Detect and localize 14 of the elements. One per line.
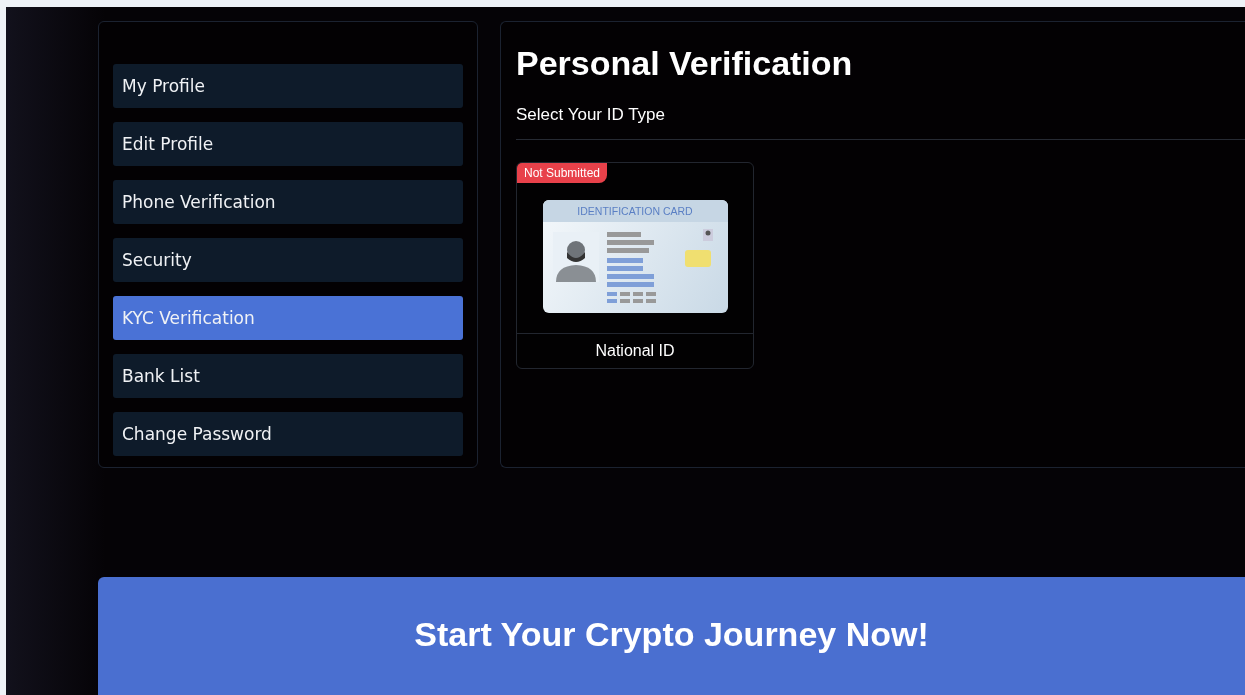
id-type-label: National ID [594,341,676,361]
banner-text: Start Your Crypto Journey Now! [414,614,929,655]
card-title: IDENTIFICATION CARD [577,205,693,217]
status-badge: Not Submitted [517,163,608,183]
sidebar-item[interactable]: My Profile [113,64,463,108]
page-title: Personal Verification [516,44,854,83]
sidebar-item[interactable]: Edit Profile [113,122,463,166]
sidebar-item[interactable]: KYC Verification [113,296,463,340]
id-type-card[interactable]: Not Submitted IDENTIFICATION CARD National ID [516,162,754,369]
sidebar-item[interactable]: Bank List [113,354,463,398]
sidebar-item[interactable]: Phone Verification [113,180,463,224]
sidebar-item[interactable]: Change Password [113,412,463,456]
sidebar-item[interactable]: Security [113,238,463,282]
section-subtitle: Select Your ID Type [516,105,1245,140]
